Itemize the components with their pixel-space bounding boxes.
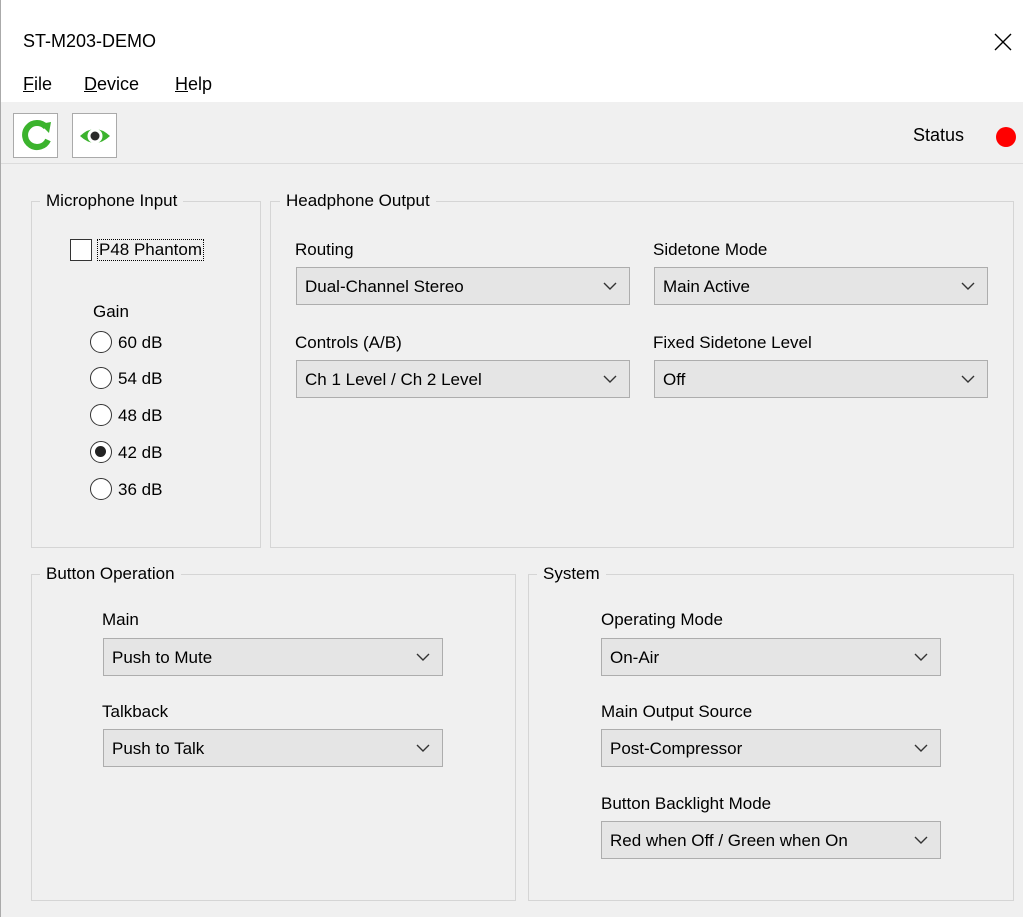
gain-radio-54[interactable] (90, 367, 112, 389)
menu-help[interactable]: Help (175, 74, 212, 95)
gain-option-label: 42 dB (118, 443, 163, 462)
operating-mode-label: Operating Mode (601, 610, 723, 629)
app-window: ST-M203-DEMO File Device Help Status Mic… (0, 0, 1023, 917)
gain-radio-36[interactable] (90, 478, 112, 500)
refresh-button[interactable] (13, 113, 58, 158)
system-title: System (537, 564, 606, 584)
eye-icon (79, 128, 110, 143)
p48-phantom-checkbox[interactable] (70, 239, 92, 261)
menu-file[interactable]: File (23, 74, 52, 95)
operating-mode-dropdown[interactable]: On-Air (601, 638, 941, 676)
status-indicator (996, 127, 1016, 147)
gain-radio-48[interactable] (90, 404, 112, 426)
main-button-dropdown[interactable]: Push to Mute (103, 638, 443, 676)
sidetone-mode-label: Sidetone Mode (653, 240, 768, 259)
gain-option-label: 48 dB (118, 406, 163, 425)
toolbar: Status (1, 102, 1023, 164)
chevron-down-icon (914, 744, 928, 752)
title-bar: ST-M203-DEMO (1, 0, 1023, 66)
headphone-output-title: Headphone Output (280, 191, 436, 211)
routing-label: Routing (295, 240, 354, 259)
button-operation-group: Button Operation Main Push to Mute Talkb… (31, 564, 516, 901)
fixed-sidetone-dropdown[interactable]: Off (654, 360, 988, 398)
gain-option-label: 36 dB (118, 480, 163, 499)
main-output-source-dropdown[interactable]: Post-Compressor (601, 729, 941, 767)
button-operation-title: Button Operation (40, 564, 181, 584)
chevron-down-icon (603, 282, 617, 290)
monitor-button[interactable] (72, 113, 117, 158)
gain-radio-42[interactable] (90, 441, 112, 463)
gain-label: Gain (93, 302, 129, 321)
close-button[interactable] (981, 22, 1023, 62)
controls-dropdown[interactable]: Ch 1 Level / Ch 2 Level (296, 360, 630, 398)
chevron-down-icon (416, 744, 430, 752)
gain-radio-60[interactable] (90, 331, 112, 353)
button-backlight-dropdown[interactable]: Red when Off / Green when On (601, 821, 941, 859)
microphone-input-title: Microphone Input (40, 191, 184, 211)
chevron-down-icon (416, 653, 430, 661)
chevron-down-icon (603, 375, 617, 383)
main-label: Main (102, 610, 139, 629)
sidetone-mode-dropdown[interactable]: Main Active (654, 267, 988, 305)
gain-option-label: 54 dB (118, 369, 163, 388)
microphone-input-group: Microphone Input P48 Phantom Gain 60 dB … (31, 191, 261, 548)
button-backlight-label: Button Backlight Mode (601, 794, 772, 813)
status-label: Status (913, 125, 965, 145)
menu-device[interactable]: Device (84, 74, 139, 95)
headphone-output-group: Headphone Output Routing Dual-Channel St… (270, 191, 1014, 548)
routing-dropdown[interactable]: Dual-Channel Stereo (296, 267, 630, 305)
chevron-down-icon (961, 375, 975, 383)
gain-option-label: 60 dB (118, 333, 163, 352)
chevron-down-icon (914, 836, 928, 844)
system-group: System Operating Mode On-Air Main Output… (528, 564, 1014, 901)
refresh-icon (21, 119, 51, 150)
window-title: ST-M203-DEMO (23, 31, 157, 51)
chevron-down-icon (914, 653, 928, 661)
menu-bar: File Device Help (1, 66, 1023, 102)
controls-label: Controls (A/B) (295, 333, 402, 352)
p48-phantom-label[interactable]: P48 Phantom (96, 239, 205, 261)
main-output-source-label: Main Output Source (601, 702, 753, 721)
talkback-label: Talkback (102, 702, 169, 721)
fixed-sidetone-label: Fixed Sidetone Level (653, 333, 812, 352)
close-icon (994, 33, 1012, 51)
talkback-button-dropdown[interactable]: Push to Talk (103, 729, 443, 767)
chevron-down-icon (961, 282, 975, 290)
